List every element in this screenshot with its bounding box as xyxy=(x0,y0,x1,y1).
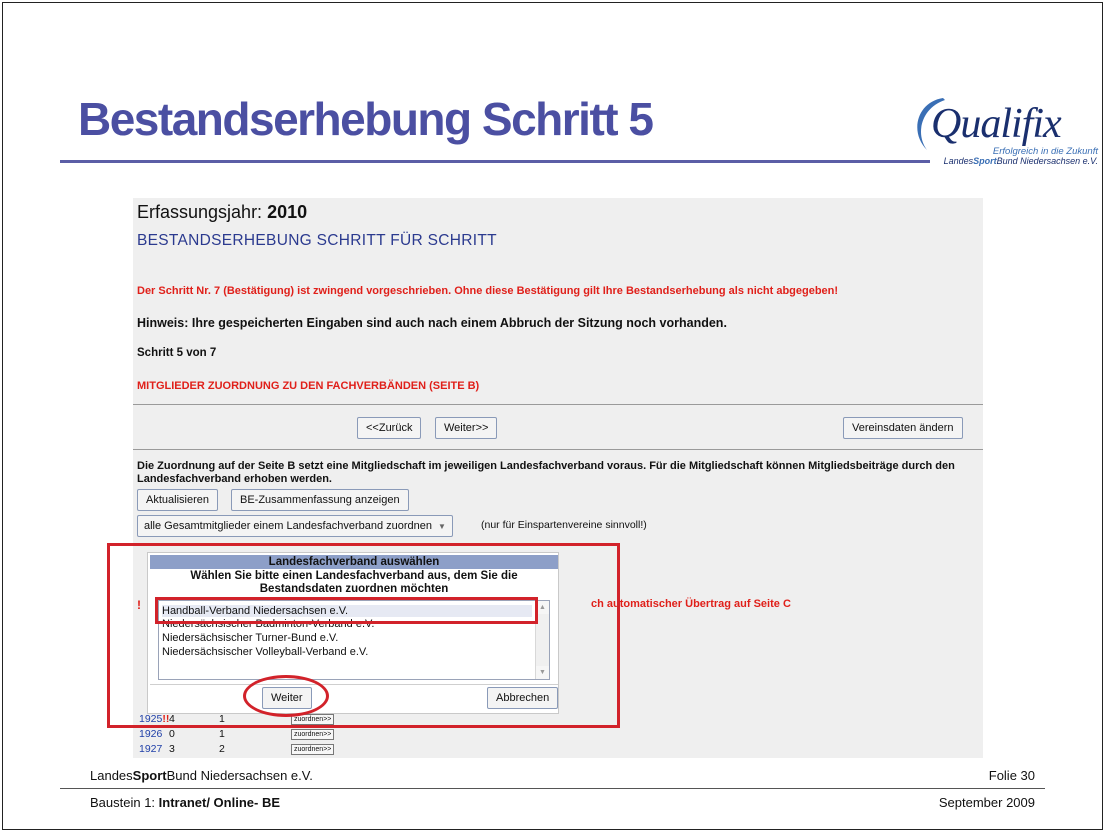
qualifix-logo: Qualifix Erfolgreich in die Zukunft Land… xyxy=(905,92,1100,172)
erfassungsjahr: Erfassungsjahr: 2010 xyxy=(137,202,308,222)
footer-org: LandesSportBund Niedersachsen e.V. xyxy=(90,768,313,783)
description-text: Die Zuordnung auf der Seite B setzt eine… xyxy=(137,460,955,485)
table-cell: 0 xyxy=(169,728,175,740)
year-link[interactable]: 1926 xyxy=(139,728,162,740)
refresh-button[interactable]: Aktualisieren xyxy=(137,489,218,511)
divider xyxy=(133,404,983,405)
table-cell: 3 xyxy=(169,743,175,755)
edit-club-button[interactable]: Vereinsdaten ändern xyxy=(843,417,963,439)
annotation-rectangle-selection xyxy=(155,597,538,624)
step-indicator: Schritt 5 von 7 xyxy=(137,347,217,359)
divider xyxy=(133,449,983,450)
assign-hint: (nur für Einspartenvereine sinnvoll!) xyxy=(481,519,647,531)
slide-number: Folie 30 xyxy=(988,768,1035,783)
annotation-ellipse-weiter xyxy=(243,675,329,717)
assign-row-button[interactable]: zuordnen>> xyxy=(291,744,335,755)
page-heading: BESTANDSERHEBUNG SCHRITT FÜR SCHRITT xyxy=(137,232,497,249)
next-button[interactable]: Weiter>> xyxy=(435,417,498,439)
footer-module: Baustein 1: Intranet/ Online- BE xyxy=(90,795,280,810)
footer-date: September 2009 xyxy=(938,795,1035,810)
hinweis-text: Hinweis: Ihre gespeicherten Eingaben sin… xyxy=(137,316,727,330)
assign-row-button[interactable]: zuordnen>> xyxy=(291,729,335,740)
table-cell: 2 xyxy=(219,743,225,755)
footer-rule xyxy=(60,788,1045,789)
logo-word: Qualifix xyxy=(931,101,1062,147)
year-link[interactable]: 1927 xyxy=(139,743,162,755)
table-cell: 1 xyxy=(219,728,225,740)
section-title: MITGLIEDER ZUORDNUNG ZU DEN FACHVERBÄNDE… xyxy=(137,380,480,392)
dropdown-arrow-icon: ▼ xyxy=(438,522,446,531)
slide-title: Bestandserhebung Schritt 5 xyxy=(78,93,654,145)
assign-all-dropdown[interactable]: alle Gesamtmitglieder einem Landesfachve… xyxy=(137,515,453,537)
slide: Bestandserhebung Schritt 5 Qualifix Erfo… xyxy=(0,0,1105,832)
summary-button[interactable]: BE-Zusammenfassung anzeigen xyxy=(231,489,409,511)
annotation-rectangle xyxy=(107,543,620,728)
back-button[interactable]: <<Zurück xyxy=(357,417,422,439)
logo-org: LandesSportBund Niedersachsen e.V. xyxy=(943,156,1098,166)
notice-text: Der Schritt Nr. 7 (Bestätigung) ist zwin… xyxy=(137,285,839,297)
title-rule xyxy=(60,160,930,163)
background-red-text: ch automatischer Übertrag auf Seite C xyxy=(591,598,791,610)
